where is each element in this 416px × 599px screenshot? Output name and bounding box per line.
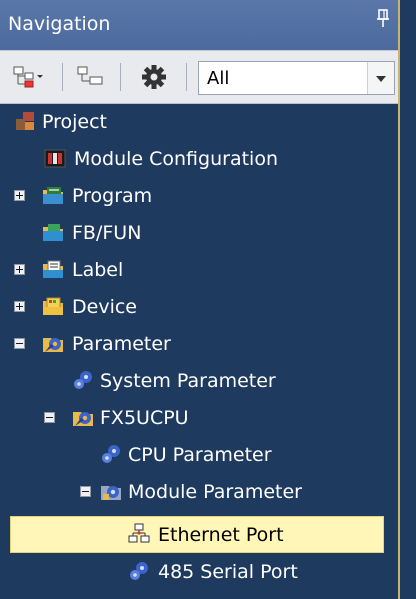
tree-item-label: Program (72, 185, 153, 207)
expand-collapse-icon[interactable] (10, 63, 46, 91)
gear-parameter-icon (130, 562, 148, 580)
tree-item-label: Device (72, 296, 137, 318)
pin-icon[interactable] (376, 8, 390, 28)
tree-item-module-configuration[interactable]: Module Configuration (0, 140, 398, 177)
expand-icon[interactable] (14, 190, 25, 201)
tree-item-device[interactable]: Device (0, 288, 398, 325)
tree-item-label-folder[interactable]: Label (0, 251, 398, 288)
filter-selected-value: All (207, 68, 230, 89)
tree-item-fb-fun[interactable]: FB/FUN (0, 214, 398, 251)
dropdown-arrow-icon[interactable] (367, 62, 394, 94)
navigation-toolbar: All (0, 50, 398, 104)
label-folder-icon (43, 260, 63, 278)
expand-icon[interactable] (14, 264, 25, 275)
tree-item-label: Module Configuration (74, 148, 278, 170)
collapse-icon[interactable] (14, 338, 25, 349)
tree-item-label: 485 Serial Port (158, 561, 298, 583)
gear-icon[interactable] (136, 63, 172, 91)
toolbar-separator (120, 63, 121, 91)
tree-item-fx5ucpu[interactable]: FX5UCPU (0, 399, 398, 436)
toolbar-separator (186, 63, 187, 91)
tree-item-label: Ethernet Port (158, 524, 284, 546)
module-parameter-icon (101, 486, 121, 500)
tree-item-label: CPU Parameter (128, 444, 272, 466)
collapse-icon[interactable] (44, 412, 55, 423)
tree-item-parameter[interactable]: Parameter (0, 325, 398, 362)
tree-item-label: Label (72, 259, 124, 281)
tree-item-label: System Parameter (100, 370, 276, 392)
tree-item-label: FB/FUN (72, 222, 142, 244)
parameter-folder-icon (43, 338, 63, 352)
device-folder-icon (43, 297, 63, 315)
program-folder-icon (43, 187, 63, 204)
module-configuration-icon (44, 149, 66, 168)
tree-view-icon[interactable] (72, 63, 108, 91)
tree-item-ethernet-port[interactable]: Ethernet Port (0, 516, 398, 553)
tree-item-system-parameter[interactable]: System Parameter (0, 362, 398, 399)
tree-item-label: Project (42, 111, 108, 133)
tree-item-program[interactable]: Program (0, 177, 398, 214)
gear-parameter-icon (102, 445, 120, 463)
tree-item-label: FX5UCPU (100, 407, 189, 429)
tree-item-project[interactable]: Project (0, 103, 398, 140)
fb-fun-folder-icon (43, 224, 63, 241)
collapse-icon[interactable] (80, 486, 91, 497)
cpu-folder-icon (73, 412, 93, 426)
tree-item-label: Module Parameter (128, 481, 302, 503)
tree-item-module-parameter[interactable]: Module Parameter (0, 473, 398, 510)
tree-item-485-serial-port[interactable]: 485 Serial Port (0, 553, 398, 590)
panel-title: Navigation (8, 13, 111, 35)
project-icon (16, 112, 34, 130)
gear-parameter-icon (74, 371, 92, 389)
expand-icon[interactable] (14, 301, 25, 312)
tree-item-cpu-parameter[interactable]: CPU Parameter (0, 436, 398, 473)
tree-item-label: Parameter (72, 333, 171, 355)
navigation-titlebar: Navigation (0, 0, 398, 50)
toolbar-separator (62, 63, 63, 91)
filter-dropdown[interactable]: All (198, 61, 395, 95)
network-icon (128, 523, 150, 543)
navigation-panel: Navigation All Project Module Configurat… (0, 0, 400, 599)
